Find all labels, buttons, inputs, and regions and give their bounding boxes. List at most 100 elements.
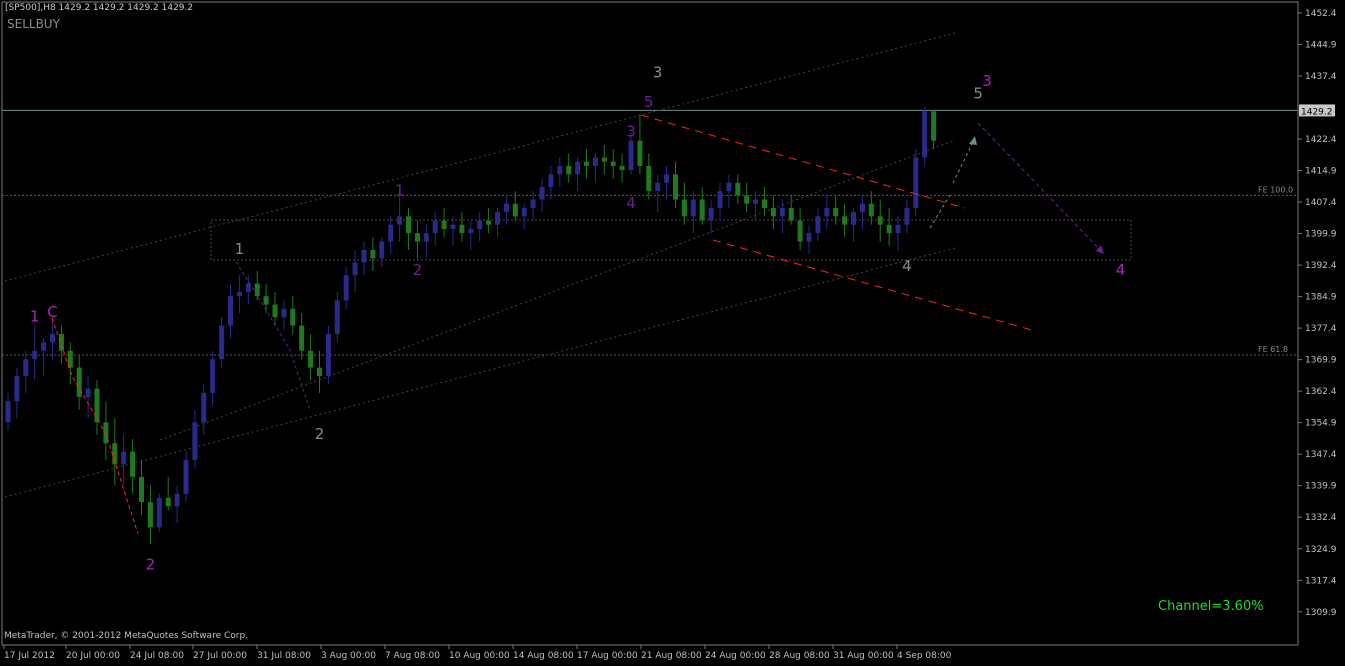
candle-body (343, 275, 349, 301)
candle-body (797, 220, 803, 242)
candle-body (147, 502, 153, 528)
candle-body (263, 296, 269, 305)
candle-body (414, 233, 420, 242)
price-axis-label: 1407.4 (1305, 198, 1337, 208)
price-axis-label: 1452.4 (1305, 9, 1337, 19)
candle-body (23, 359, 29, 377)
candle-body (183, 460, 189, 494)
projection-up-arrow (969, 136, 977, 145)
time-axis-label: 17 Aug 00:00 (577, 651, 638, 661)
price-axis-label: 1332.4 (1305, 513, 1337, 523)
candle-body (655, 182, 661, 192)
candle-body (210, 359, 216, 393)
candle-body (575, 161, 581, 175)
candle-body (779, 207, 785, 217)
candle-body (806, 233, 812, 242)
current-price-label: 1429.2 (1301, 107, 1333, 117)
time-axis-label: 28 Aug 08:00 (769, 651, 830, 661)
price-axis-label: 1362.4 (1305, 387, 1337, 397)
candle-body (361, 249, 367, 263)
wave-label: 5 (644, 93, 654, 111)
consolidation-box (210, 219, 1132, 261)
price-axis-label: 1377.4 (1305, 324, 1337, 334)
candle-body (699, 199, 705, 221)
channel-mid-line (159, 139, 956, 441)
candle-body (165, 497, 171, 507)
time-axis-label: 27 Jul 00:00 (193, 651, 247, 661)
price-chart[interactable]: 1452.4 1444.9 1437.4 1422.4 1414.9 1407.4 1399… (0, 0, 1345, 666)
price-axis-label: 1317.4 (1305, 576, 1337, 586)
candle-body (833, 207, 839, 217)
wave-label: 2 (315, 425, 325, 443)
candle-body (495, 212, 500, 225)
channel-lower-line (4, 247, 956, 498)
candle-body (824, 207, 830, 217)
time-axis-label: 3 Aug 00:00 (321, 651, 376, 661)
time-axis-label: 14 Aug 08:00 (513, 651, 574, 661)
wave-label: 4 (1116, 261, 1126, 279)
candle-body (664, 174, 670, 183)
candle-body (281, 308, 287, 318)
candle-body (619, 165, 625, 171)
candle-body (156, 497, 162, 528)
candle-body (272, 304, 278, 318)
candle-body (254, 283, 260, 297)
fe-level-label: FE 61.8 (1258, 345, 1288, 354)
price-axis-label: 1444.9 (1305, 40, 1337, 50)
candle-body (512, 203, 518, 217)
time-axis-label: 24 Aug 00:00 (705, 651, 766, 661)
candle-body (370, 249, 376, 259)
time-axis-label: 4 Sep 08:00 (897, 651, 952, 661)
candle-body (325, 334, 331, 377)
candle-body (468, 228, 474, 234)
candle-body (58, 334, 64, 351)
candle-body (770, 207, 776, 217)
wave-label: 1 (235, 240, 245, 258)
candle-body (379, 241, 385, 259)
candle-body (94, 388, 100, 423)
candle-body (530, 199, 536, 208)
time-axis-label: 20 Jul 00:00 (66, 651, 120, 661)
candle-body (690, 199, 696, 217)
wave-label: C (47, 303, 57, 321)
wave-label: 4 (902, 257, 912, 275)
red-zigzag (51, 317, 139, 535)
candle-body (735, 182, 741, 196)
candle-body (717, 191, 723, 208)
wave-label: 2 (146, 555, 156, 573)
price-axis-label: 1392.4 (1305, 261, 1337, 271)
price-axis-label: 1324.9 (1305, 545, 1337, 555)
candle-body (548, 174, 554, 187)
projection-up-line (952, 137, 976, 184)
price-axis-label: 1384.9 (1305, 293, 1337, 303)
wave-label: 4 (626, 194, 636, 212)
candle-body (566, 165, 572, 175)
candle-body (121, 451, 127, 465)
candle-body (913, 157, 919, 208)
candle-body (931, 111, 937, 141)
price-axis-label: 1414.9 (1305, 167, 1337, 177)
candle-body (334, 300, 340, 335)
price-axis-label: 1437.4 (1305, 72, 1337, 82)
candle-body (815, 216, 821, 234)
candle-body (842, 216, 848, 225)
candle-body (201, 392, 207, 423)
candle-body (708, 207, 714, 221)
candle-body (628, 140, 634, 171)
candle-body (317, 367, 322, 377)
candle-body (753, 199, 759, 204)
price-axis-label: 1339.9 (1305, 482, 1337, 492)
candle-body (192, 422, 198, 461)
candle-body (610, 161, 616, 166)
projection-small-line (929, 194, 951, 229)
candle-body (459, 224, 465, 234)
candle-body (904, 207, 910, 225)
candle-body (592, 157, 598, 166)
metatrader-chart-window[interactable]: 1452.4 1444.9 1437.4 1422.4 1414.9 1407.4 1399… (0, 0, 1345, 666)
candle-body (486, 220, 492, 225)
candle-body (744, 195, 750, 204)
time-axis-label: 31 Aug 00:00 (833, 651, 894, 661)
candle-body (85, 388, 91, 398)
candle-body (851, 212, 856, 225)
candle-body (503, 203, 509, 213)
